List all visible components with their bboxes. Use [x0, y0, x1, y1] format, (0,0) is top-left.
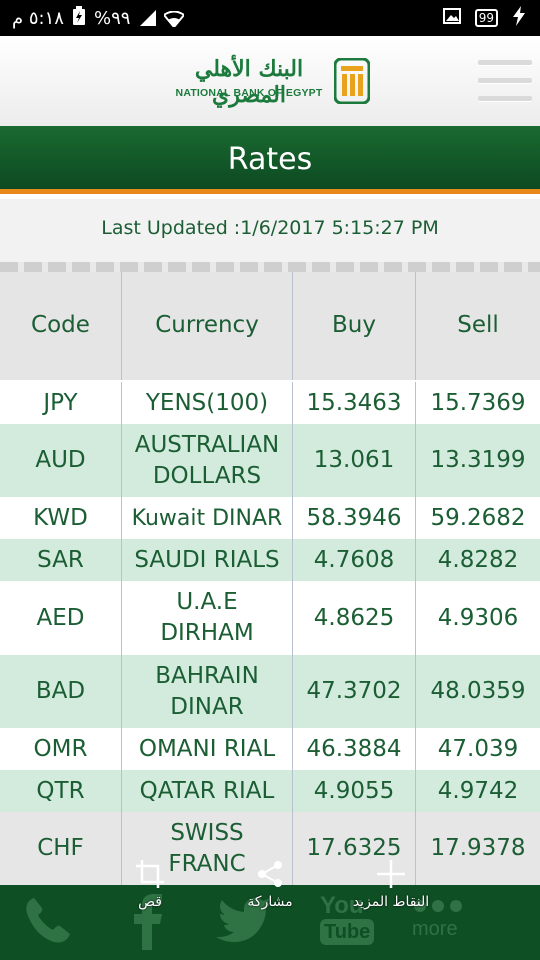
- table-row[interactable]: AED U.A.E DIRHAM 4.8625 4.9306: [0, 581, 540, 655]
- cell-buy: 4.9055: [293, 770, 416, 812]
- status-left: ٥:١٨ م %٩٩: [12, 0, 185, 36]
- cell-currency: Kuwait DINAR: [122, 497, 293, 539]
- logo-english-text: NATIONAL BANK OF EGYPT: [175, 87, 323, 99]
- cell-buy: 58.3946: [293, 497, 416, 539]
- bank-logo[interactable]: البنك الأهلي المصري NATIONAL BANK OF EGY…: [170, 56, 370, 108]
- image-icon: [442, 7, 461, 29]
- hd-icon: 99: [474, 9, 498, 27]
- cell-buy: 15.3463: [293, 382, 416, 424]
- column-header-sell[interactable]: Sell: [416, 272, 540, 380]
- crop-label: قص: [138, 894, 162, 910]
- table-header-row: Code Currency Buy Sell: [0, 272, 540, 380]
- table-row[interactable]: OMR OMANI RIAL 46.3884 47.039: [0, 728, 540, 770]
- signal-icon: [138, 10, 157, 26]
- share-icon: [258, 861, 282, 887]
- table-row[interactable]: BAD BAHRAIN DINAR 47.3702 48.0359: [0, 655, 540, 728]
- cell-currency: BAHRAIN DINAR: [122, 655, 293, 728]
- charging-bolt-icon: [512, 5, 526, 31]
- cell-sell: 4.9306: [437, 604, 519, 631]
- crop-button[interactable]: قص: [128, 860, 172, 910]
- cell-currency: SAUDI RIALS: [122, 539, 293, 581]
- table-row[interactable]: JPY YENS(100) 15.3463 15.7369: [0, 382, 540, 424]
- column-header-code[interactable]: Code: [0, 272, 122, 380]
- cell-code: JPY: [0, 382, 122, 424]
- hamburger-menu-icon[interactable]: [478, 60, 532, 104]
- cell-code: QTR: [0, 770, 122, 812]
- last-updated-text: Last Updated :1/6/2017 5:15:27 PM: [0, 199, 540, 263]
- logo-arabic-text: البنك الأهلي المصري: [194, 56, 304, 108]
- cell-code: CHF: [0, 812, 122, 885]
- cell-code: AED: [0, 581, 122, 655]
- cell-sell: 15.7369: [430, 389, 526, 416]
- cell-buy: 4.7608: [293, 539, 416, 581]
- status-right: 99: [442, 0, 526, 36]
- phone-icon[interactable]: [20, 892, 76, 952]
- cell-buy: 4.8625: [293, 581, 416, 655]
- hd-label: 99: [478, 11, 494, 25]
- crop-icon: [136, 860, 164, 888]
- cell-currency: AUSTRALIAN DOLLARS: [122, 424, 293, 497]
- battery-charging-icon: [72, 5, 86, 31]
- share-label: مشاركة: [247, 894, 293, 910]
- cell-sell: 4.9742: [437, 777, 519, 804]
- divider: [0, 262, 540, 272]
- bank-emblem-icon: [334, 58, 370, 104]
- more-label: more: [412, 918, 458, 940]
- cell-buy: 46.3884: [293, 728, 416, 770]
- cell-code: OMR: [0, 728, 122, 770]
- cell-currency: U.A.E DIRHAM: [122, 581, 293, 655]
- youtube-label-bottom: Tube: [320, 919, 375, 945]
- table-row[interactable]: AUD AUSTRALIAN DOLLARS 13.061 13.3199: [0, 424, 540, 497]
- title-bar: Rates: [0, 126, 540, 194]
- cell-code: AUD: [0, 424, 122, 497]
- battery-percent: %٩٩: [93, 7, 131, 29]
- clock: ٥:١٨ م: [12, 7, 64, 29]
- page-title: Rates: [227, 142, 313, 177]
- cell-sell: 47.039: [437, 735, 519, 762]
- table-row[interactable]: KWD Kuwait DINAR 58.3946 59.2682: [0, 497, 540, 539]
- plus-icon: [377, 860, 405, 888]
- cell-code: KWD: [0, 497, 122, 539]
- cell-sell: 59.2682: [430, 504, 526, 531]
- cell-sell: 4.8282: [437, 546, 519, 573]
- cell-code: SAR: [0, 539, 122, 581]
- cell-code: BAD: [0, 655, 122, 728]
- share-button[interactable]: مشاركة: [240, 860, 300, 910]
- more-points-label: النقاط المزيد: [352, 894, 430, 910]
- table-row[interactable]: QTR QATAR RIAL 4.9055 4.9742: [0, 770, 540, 812]
- wifi-icon: [164, 11, 185, 27]
- table-row[interactable]: SAR SAUDI RIALS 4.7608 4.8282: [0, 539, 540, 581]
- app-header: البنك الأهلي المصري NATIONAL BANK OF EGY…: [0, 36, 540, 126]
- column-header-currency[interactable]: Currency: [122, 272, 293, 380]
- status-bar: ٥:١٨ م %٩٩ 99: [0, 0, 540, 36]
- cell-buy: 13.061: [293, 424, 416, 497]
- cell-currency: YENS(100): [122, 382, 293, 424]
- column-header-buy[interactable]: Buy: [293, 272, 416, 380]
- cell-currency: QATAR RIAL: [122, 770, 293, 812]
- cell-currency: OMANI RIAL: [122, 728, 293, 770]
- more-points-button[interactable]: النقاط المزيد: [346, 860, 436, 910]
- cell-sell: 13.3199: [430, 447, 526, 473]
- cell-buy: 47.3702: [293, 655, 416, 728]
- cell-sell: 48.0359: [430, 678, 526, 704]
